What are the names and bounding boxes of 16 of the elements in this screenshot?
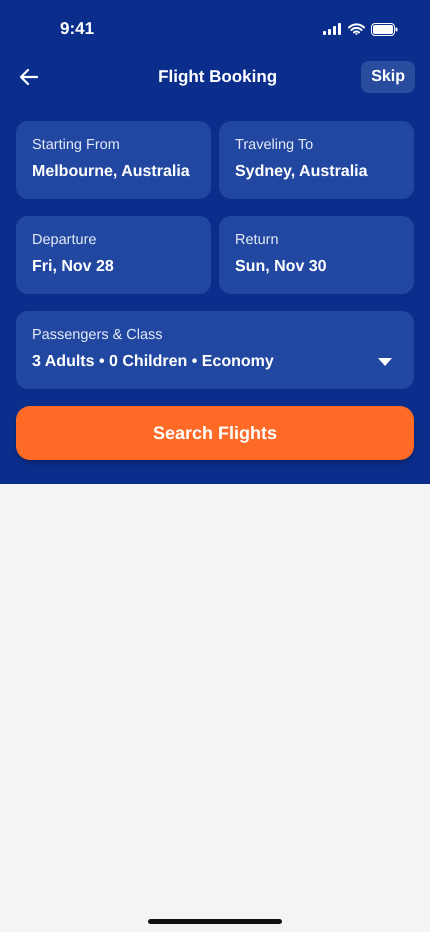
input-field[interactable]: Traveling To Sydney, Australia: [219, 121, 414, 199]
field-label: Passengers & Class: [32, 327, 164, 343]
passengers-class-selector[interactable]: Passengers & Class 3 Adults • 0 Children • Economy: [16, 311, 414, 389]
input-field[interactable]: Departure Fri, Nov 28: [16, 216, 211, 294]
input-field[interactable]: Return Sun, Nov 30: [219, 216, 414, 294]
status-time: 9:41: [60, 19, 94, 39]
battery-icon: [371, 22, 398, 36]
input-field[interactable]: Starting From Melbourne, Australia: [16, 121, 211, 199]
back-arrow-icon: [20, 69, 38, 85]
field-value: 3 Adults • 0 Children • Economy: [32, 353, 274, 371]
signal-icon: [323, 23, 342, 35]
skip-button[interactable]: Skip: [361, 61, 415, 93]
back-button[interactable]: [20, 69, 38, 85]
dropdown-caret-icon: [378, 358, 392, 366]
wifi-icon: [348, 23, 365, 35]
screen-title: Flight Booking: [158, 67, 278, 87]
